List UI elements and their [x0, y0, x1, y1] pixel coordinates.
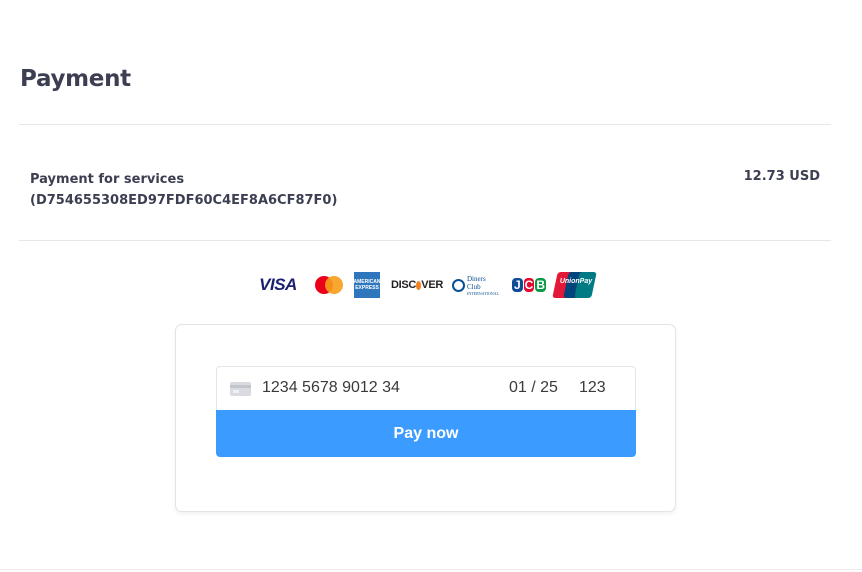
mastercard-logo — [314, 272, 344, 298]
jcb-j: J — [512, 278, 523, 292]
credit-card-icon — [230, 382, 251, 396]
discover-logo: DISC VER — [391, 272, 443, 298]
jcb-c: C — [523, 278, 535, 292]
jcb-logo: J C B — [512, 272, 547, 298]
amex-logo: AMERICAN EXPRESS — [354, 272, 380, 298]
unionpay-label: UnionPay — [559, 278, 593, 285]
payment-description: Payment for services — [30, 172, 185, 187]
visa-logo: VISA — [259, 275, 297, 294]
divider-bottom — [0, 569, 862, 570]
diners-label-2: INTERNATIONAL — [467, 290, 499, 296]
pay-now-button[interactable]: Pay now — [216, 410, 636, 457]
payment-summary-label: Payment for services (D754655308ED97FDF6… — [30, 169, 337, 211]
diners-club-logo: Diners Club INTERNATIONAL — [452, 272, 500, 298]
page-title: Payment — [20, 66, 131, 92]
amex-label-2: EXPRESS — [355, 285, 379, 291]
unionpay-logo: UnionPay — [552, 272, 597, 298]
discover-label-b: VER — [421, 279, 443, 291]
divider-top — [19, 124, 831, 125]
card-expiry-field[interactable]: 01 / 25 — [509, 379, 558, 397]
jcb-b: B — [535, 278, 547, 292]
card-cvc-field[interactable]: 123 — [579, 379, 606, 397]
card-brands: VISA AMERICAN EXPRESS DISC VER Diners Clu… — [256, 272, 597, 298]
divider-mid — [19, 240, 831, 241]
discover-label-a: DISC — [391, 279, 417, 291]
diners-label-1: Diners Club — [467, 274, 486, 291]
card-input[interactable]: 1234 5678 9012 34 01 / 25 123 — [216, 366, 636, 410]
payment-reference: (D754655308ED97FDF60C4EF8A6CF87F0) — [30, 193, 338, 208]
card-number-field[interactable]: 1234 5678 9012 34 — [262, 379, 400, 397]
payment-amount: 12.73 USD — [743, 169, 820, 184]
card-panel: 1234 5678 9012 34 01 / 25 123 Pay now — [175, 324, 676, 512]
